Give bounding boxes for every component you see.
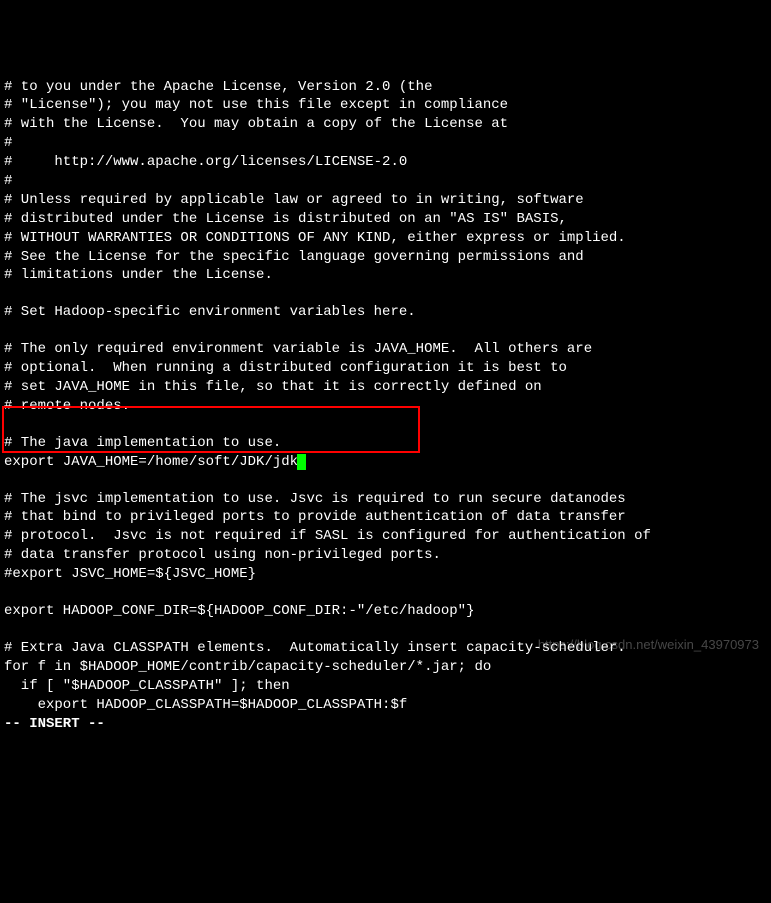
editor-line: # Unless required by applicable law or a… (4, 191, 767, 210)
editor-line: # with the License. You may obtain a cop… (4, 115, 767, 134)
editor-line: export JAVA_HOME=/home/soft/JDK/jdk (4, 453, 767, 472)
editor-line: # Extra Java CLASSPATH elements. Automat… (4, 639, 767, 658)
editor-line (4, 472, 767, 490)
editor-line: export HADOOP_CLASSPATH=$HADOOP_CLASSPAT… (4, 696, 767, 715)
editor-line: # (4, 172, 767, 191)
editor-line: # The jsvc implementation to use. Jsvc i… (4, 490, 767, 509)
editor-line: # WITHOUT WARRANTIES OR CONDITIONS OF AN… (4, 229, 767, 248)
editor-line: # distributed under the License is distr… (4, 210, 767, 229)
editor-line (4, 584, 767, 602)
editor-line: # "License"); you may not use this file … (4, 96, 767, 115)
editor-line: # The java implementation to use. (4, 434, 767, 453)
editor-line: # optional. When running a distributed c… (4, 359, 767, 378)
editor-line (4, 322, 767, 340)
editor-line: # that bind to privileged ports to provi… (4, 508, 767, 527)
editor-line: # (4, 134, 767, 153)
terminal-editor[interactable]: # to you under the Apache License, Versi… (4, 78, 767, 734)
editor-line: # protocol. Jsvc is not required if SASL… (4, 527, 767, 546)
editor-line (4, 416, 767, 434)
editor-line: for f in $HADOOP_HOME/contrib/capacity-s… (4, 658, 767, 677)
editor-line (4, 285, 767, 303)
editor-line: export HADOOP_CONF_DIR=${HADOOP_CONF_DIR… (4, 602, 767, 621)
editor-line (4, 621, 767, 639)
editor-line: # to you under the Apache License, Versi… (4, 78, 767, 97)
editor-line: #export JSVC_HOME=${JSVC_HOME} (4, 565, 767, 584)
editor-line: # set JAVA_HOME in this file, so that it… (4, 378, 767, 397)
editor-line: # Set Hadoop-specific environment variab… (4, 303, 767, 322)
editor-line: if [ "$HADOOP_CLASSPATH" ]; then (4, 677, 767, 696)
editor-line: # http://www.apache.org/licenses/LICENSE… (4, 153, 767, 172)
text-cursor (297, 454, 306, 470)
editor-line: # See the License for the specific langu… (4, 248, 767, 267)
editor-line: # remote nodes. (4, 397, 767, 416)
editor-line: # data transfer protocol using non-privi… (4, 546, 767, 565)
editor-line: # The only required environment variable… (4, 340, 767, 359)
vim-mode-indicator: -- INSERT -- (4, 715, 767, 734)
editor-line: # limitations under the License. (4, 266, 767, 285)
